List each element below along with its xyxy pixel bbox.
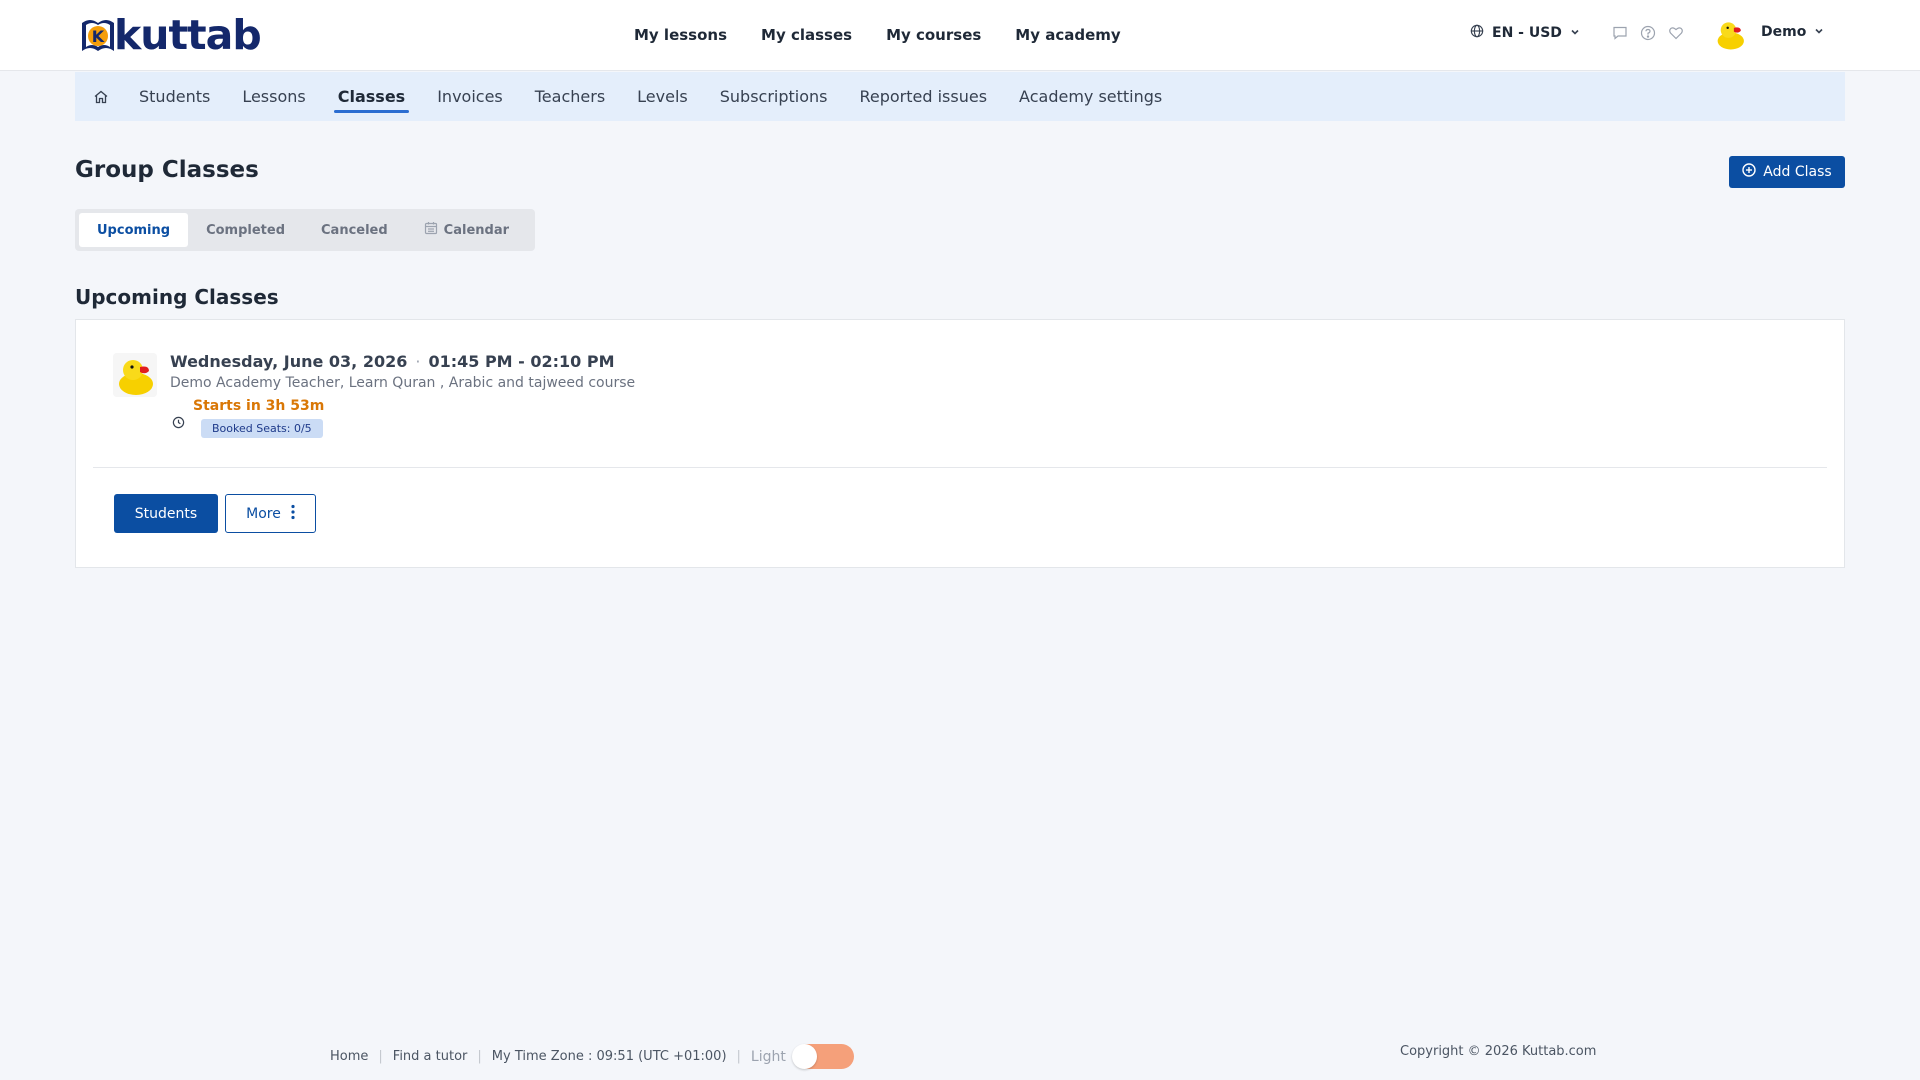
nav-my-courses[interactable]: My courses	[886, 26, 981, 44]
page-title: Group Classes	[75, 157, 259, 183]
class-description: Demo Academy Teacher, Learn Quran , Arab…	[170, 375, 636, 391]
toggle-knob	[791, 1044, 817, 1069]
footer-links: Home | Find a tutor | My Time Zone : 09:…	[330, 1044, 854, 1069]
datetime-separator: ·	[415, 352, 421, 371]
tab-upcoming[interactable]: Upcoming	[79, 213, 189, 247]
more-label: More	[246, 505, 281, 522]
vertical-dots-icon	[291, 504, 295, 524]
tab-completed[interactable]: Completed	[188, 213, 303, 247]
plus-circle-icon	[1742, 163, 1756, 181]
logo-letter: K	[92, 27, 105, 46]
footer-separator: |	[477, 1049, 482, 1064]
user-name: Demo	[1761, 24, 1807, 40]
copyright-text: Copyright © 2026 Kuttab.com	[1400, 1044, 1597, 1059]
subnav-subscriptions[interactable]: Subscriptions	[720, 72, 828, 121]
class-datetime: Wednesday, June 03, 2026 · 01:45 PM - 02…	[170, 352, 615, 371]
logo-book-icon: K	[78, 15, 116, 55]
footer-find-tutor-link[interactable]: Find a tutor	[393, 1049, 468, 1064]
footer-separator: |	[378, 1049, 383, 1064]
nav-my-academy[interactable]: My academy	[1015, 26, 1120, 44]
class-card: Wednesday, June 03, 2026 · 01:45 PM - 02…	[75, 319, 1845, 568]
subnav-invoices[interactable]: Invoices	[437, 72, 503, 121]
teacher-avatar	[113, 353, 157, 397]
logo-text: kuttab	[114, 11, 262, 59]
card-divider	[93, 467, 1827, 468]
footer-timezone: My Time Zone : 09:51 (UTC +01:00)	[491, 1049, 727, 1064]
chat-icon[interactable]	[1612, 25, 1628, 45]
chevron-down-icon	[1814, 24, 1824, 40]
heart-icon[interactable]	[1668, 25, 1684, 45]
class-date: Wednesday, June 03, 2026	[170, 352, 408, 371]
class-time: 01:45 PM - 02:10 PM	[428, 352, 615, 371]
globe-icon	[1470, 24, 1484, 42]
subnav-lessons[interactable]: Lessons	[242, 72, 305, 121]
tab-calendar[interactable]: Calendar	[406, 213, 527, 247]
main-nav: My lessons My classes My courses My acad…	[634, 0, 1121, 70]
clock-icon	[172, 414, 186, 429]
nav-my-lessons[interactable]: My lessons	[634, 26, 727, 44]
students-button[interactable]: Students	[114, 494, 218, 533]
subnav-levels[interactable]: Levels	[637, 72, 688, 121]
starts-in-label: Starts in 3h 53m	[193, 398, 325, 414]
subnav-academy-settings[interactable]: Academy settings	[1019, 72, 1162, 121]
user-menu[interactable]: Demo	[1761, 24, 1824, 40]
language-currency-label: EN - USD	[1492, 25, 1562, 41]
user-avatar[interactable]	[1713, 17, 1747, 51]
add-class-label: Add Class	[1763, 164, 1832, 180]
nav-my-classes[interactable]: My classes	[761, 26, 852, 44]
top-header: K kuttab My lessons My classes My course…	[0, 0, 1920, 71]
tab-canceled[interactable]: Canceled	[303, 213, 406, 247]
subnav-students[interactable]: Students	[139, 72, 210, 121]
tab-calendar-label: Calendar	[443, 222, 510, 238]
subnav-classes[interactable]: Classes	[333, 72, 410, 121]
subnav-reported-issues[interactable]: Reported issues	[859, 72, 987, 121]
language-currency-selector[interactable]: EN - USD	[1470, 24, 1580, 42]
kuttab-logo[interactable]: K kuttab	[78, 11, 262, 59]
footer-separator: |	[736, 1049, 741, 1064]
calendar-icon	[424, 221, 438, 239]
chevron-down-icon	[1570, 25, 1580, 41]
subnav-teachers[interactable]: Teachers	[535, 72, 605, 121]
class-status-tabs: Upcoming Completed Canceled Calendar	[75, 209, 535, 251]
more-button[interactable]: More	[225, 494, 316, 533]
footer-home-link[interactable]: Home	[330, 1049, 368, 1064]
booked-seats-badge: Booked Seats: 0/5	[201, 419, 323, 438]
header-icons	[1612, 25, 1684, 45]
academy-subnav: Students Lessons Classes Invoices Teache…	[75, 72, 1845, 121]
theme-label: Light	[750, 1048, 786, 1065]
help-icon[interactable]	[1640, 25, 1656, 45]
home-icon[interactable]	[93, 88, 111, 106]
section-title: Upcoming Classes	[75, 285, 279, 309]
add-class-button[interactable]: Add Class	[1729, 156, 1845, 188]
theme-toggle[interactable]	[791, 1044, 854, 1069]
